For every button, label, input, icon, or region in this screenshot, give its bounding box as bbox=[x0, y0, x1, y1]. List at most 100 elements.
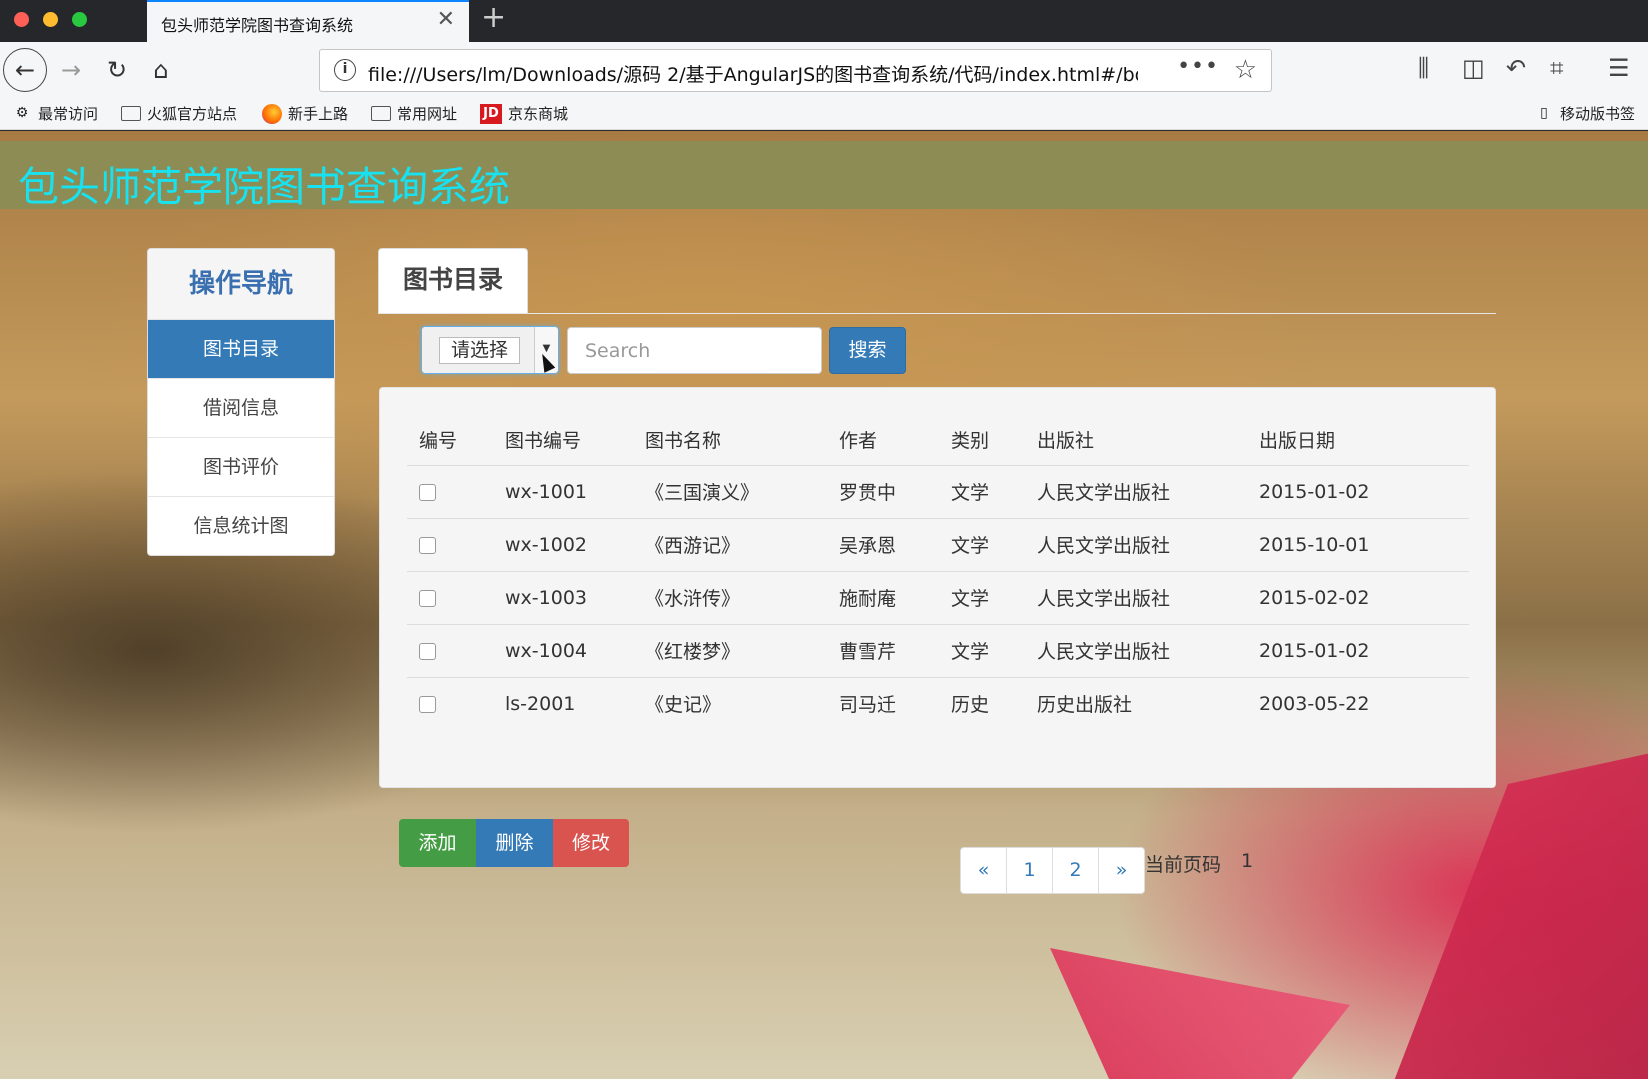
bookmark-label: 常用网址 bbox=[397, 105, 458, 123]
category-cell: 文学 bbox=[939, 571, 1025, 625]
date-cell: 2015-10-01 bbox=[1247, 518, 1469, 572]
folder-icon bbox=[121, 106, 141, 121]
sidebar-item-book-catalog[interactable]: 图书目录 bbox=[148, 319, 334, 378]
background-crane-shape bbox=[1394, 751, 1648, 1079]
page-content: 包头师范学院图书查询系统 操作导航 图书目录 借阅信息 图书评价 信息统计图 图… bbox=[0, 131, 1648, 1079]
menu-icon[interactable]: ☰ bbox=[1608, 54, 1630, 82]
row-checkbox[interactable] bbox=[419, 536, 436, 554]
checkbox-cell bbox=[407, 465, 493, 519]
sidenav-title: 操作导航 bbox=[148, 249, 334, 319]
close-window-button[interactable] bbox=[14, 12, 29, 27]
tab-book-catalog[interactable]: 图书目录 bbox=[378, 248, 528, 313]
date-cell: 2015-01-02 bbox=[1247, 624, 1469, 678]
bookmark-label: 最常访问 bbox=[38, 105, 99, 123]
info-icon[interactable]: i bbox=[334, 59, 356, 81]
bookmark-most-visited[interactable]: ⚙ 最常访问 bbox=[12, 103, 98, 124]
table-row: wx-1003 《水浒传》 施耐庵 文学 人民文学出版社 2015-02-02 bbox=[407, 571, 1469, 625]
sidebar-item-statistics[interactable]: 信息统计图 bbox=[148, 496, 334, 555]
tab-divider bbox=[378, 313, 1496, 314]
current-page-label: 当前页码 bbox=[1145, 854, 1222, 876]
edit-button[interactable]: 修改 bbox=[553, 819, 629, 867]
phone-icon: ▯ bbox=[1540, 105, 1548, 121]
bookmark-label: 京东商城 bbox=[508, 105, 569, 123]
mobile-bookmarks[interactable]: ▯ 移动版书签 bbox=[1534, 103, 1635, 124]
category-cell: 历史 bbox=[951, 694, 990, 717]
book-name-cell: 《史记》 bbox=[645, 694, 722, 717]
prev-page-button[interactable]: « bbox=[960, 847, 1007, 894]
author-cell: 司马迁 bbox=[839, 694, 897, 717]
book-name-cell: 《三国演义》 bbox=[633, 465, 827, 519]
author-cell: 曹雪芹 bbox=[827, 624, 939, 678]
author-cell: 吴承恩 bbox=[827, 518, 939, 572]
row-checkbox[interactable] bbox=[419, 642, 436, 660]
page-2-button[interactable]: 2 bbox=[1052, 847, 1099, 894]
table-row: wx-1004 《红楼梦》 曹雪芹 文学 人民文学出版社 2015-01-02 bbox=[407, 624, 1469, 678]
page-1-button[interactable]: 1 bbox=[1006, 847, 1053, 894]
category-cell: 文学 bbox=[939, 518, 1025, 572]
bookmark-label: 移动版书签 bbox=[1560, 105, 1636, 123]
add-button[interactable]: 添加 bbox=[399, 819, 476, 867]
book-id-cell: wx-1001 bbox=[493, 465, 633, 519]
book-table: 编号 图书编号 图书名称 作者 类别 出版社 出版日期 wx-1001 《三国演… bbox=[407, 414, 1469, 730]
home-icon[interactable]: ⌂ bbox=[141, 50, 181, 90]
author-cell: 罗贯中 bbox=[827, 465, 939, 519]
browser-tab[interactable]: 包头师范学院图书查询系统 ✕ bbox=[147, 0, 469, 42]
library-icon[interactable]: ⫼ bbox=[1418, 54, 1429, 82]
table-header-row: 编号 图书编号 图书名称 作者 类别 出版社 出版日期 bbox=[407, 414, 1469, 466]
table-row: wx-1002 《西游记》 吴承恩 文学 人民文学出版社 2015-10-01 bbox=[407, 518, 1469, 572]
publisher-cell: 人民文学出版社 bbox=[1025, 518, 1247, 572]
book-name-cell: 《西游记》 bbox=[633, 518, 827, 572]
back-arrow-icon[interactable]: ← bbox=[3, 48, 47, 92]
browser-titlebar: 包头师范学院图书查询系统 ✕ + bbox=[0, 0, 1648, 42]
reload-icon[interactable]: ↻ bbox=[97, 50, 137, 90]
date-cell: 2015-01-02 bbox=[1247, 465, 1469, 519]
row-checkbox[interactable] bbox=[419, 483, 436, 501]
pagination: « 1 2 » bbox=[960, 847, 1145, 894]
book-id-cell: ls-2001 bbox=[505, 692, 576, 715]
page-actions-icon[interactable]: ••• bbox=[1177, 54, 1219, 79]
search-input[interactable] bbox=[567, 327, 822, 374]
undo-icon[interactable]: ↶ bbox=[1506, 54, 1526, 82]
screenshot-icon[interactable]: ⌗ bbox=[1550, 54, 1564, 82]
url-text[interactable]: file:///Users/lm/Downloads/源码 2/基于Angula… bbox=[368, 60, 1138, 87]
forward-arrow-icon[interactable]: → bbox=[51, 50, 91, 90]
sidebar-item-book-review[interactable]: 图书评价 bbox=[148, 437, 334, 496]
minimize-window-button[interactable] bbox=[43, 12, 58, 27]
sidebar-icon[interactable]: ◫ bbox=[1462, 54, 1485, 82]
column-header: 作者 bbox=[827, 414, 939, 466]
book-name-cell: 《水浒传》 bbox=[633, 571, 827, 625]
column-header: 编号 bbox=[407, 414, 493, 466]
search-button[interactable]: 搜索 bbox=[829, 327, 906, 374]
browser-navbar: ← → ↻ ⌂ i file:///Users/lm/Downloads/源码 … bbox=[0, 42, 1648, 98]
row-checkbox[interactable] bbox=[419, 589, 436, 607]
date-cell: 2015-02-02 bbox=[1247, 571, 1469, 625]
new-tab-button[interactable]: + bbox=[481, 3, 506, 33]
jd-icon: JD bbox=[480, 103, 502, 124]
sidebar-item-borrow-info[interactable]: 借阅信息 bbox=[148, 378, 334, 437]
date-cell: 2003-05-22 bbox=[1259, 692, 1370, 715]
bookmark-jd[interactable]: JD 京东商城 bbox=[480, 103, 568, 124]
next-page-button[interactable]: » bbox=[1098, 847, 1145, 894]
category-select[interactable]: 请选择 ▼ bbox=[421, 326, 559, 374]
publisher-cell: 人民文学出版社 bbox=[1025, 571, 1247, 625]
firefox-icon bbox=[262, 103, 282, 124]
book-id-cell: wx-1004 bbox=[493, 624, 633, 678]
bookmark-label: 火狐官方站点 bbox=[147, 105, 238, 123]
row-checkbox[interactable] bbox=[419, 695, 436, 713]
category-cell: 文学 bbox=[939, 465, 1025, 519]
action-button-group: 添加 删除 修改 bbox=[399, 819, 629, 867]
bookmark-star-icon[interactable]: ☆ bbox=[1234, 55, 1257, 85]
delete-button[interactable]: 删除 bbox=[476, 819, 553, 867]
bookmark-firefox-site[interactable]: 火狐官方站点 bbox=[121, 103, 237, 124]
bookmark-common-urls[interactable]: 常用网址 bbox=[371, 103, 457, 124]
bookmark-label: 新手上路 bbox=[288, 105, 349, 123]
table-row: wx-1001 《三国演义》 罗贯中 文学 人民文学出版社 2015-01-02 bbox=[407, 465, 1469, 519]
zoom-window-button[interactable] bbox=[72, 12, 87, 27]
tab-close-icon[interactable]: ✕ bbox=[437, 9, 455, 31]
column-header: 类别 bbox=[939, 414, 1025, 466]
url-bar[interactable]: i file:///Users/lm/Downloads/源码 2/基于Angu… bbox=[319, 49, 1272, 92]
table-row: ls-2001 《史记》 司马迁 历史 历史出版社 2003-05-22 bbox=[407, 677, 1469, 730]
book-id-cell: wx-1003 bbox=[493, 571, 633, 625]
bookmark-getting-started[interactable]: 新手上路 bbox=[262, 103, 348, 124]
checkbox-cell bbox=[407, 624, 493, 678]
